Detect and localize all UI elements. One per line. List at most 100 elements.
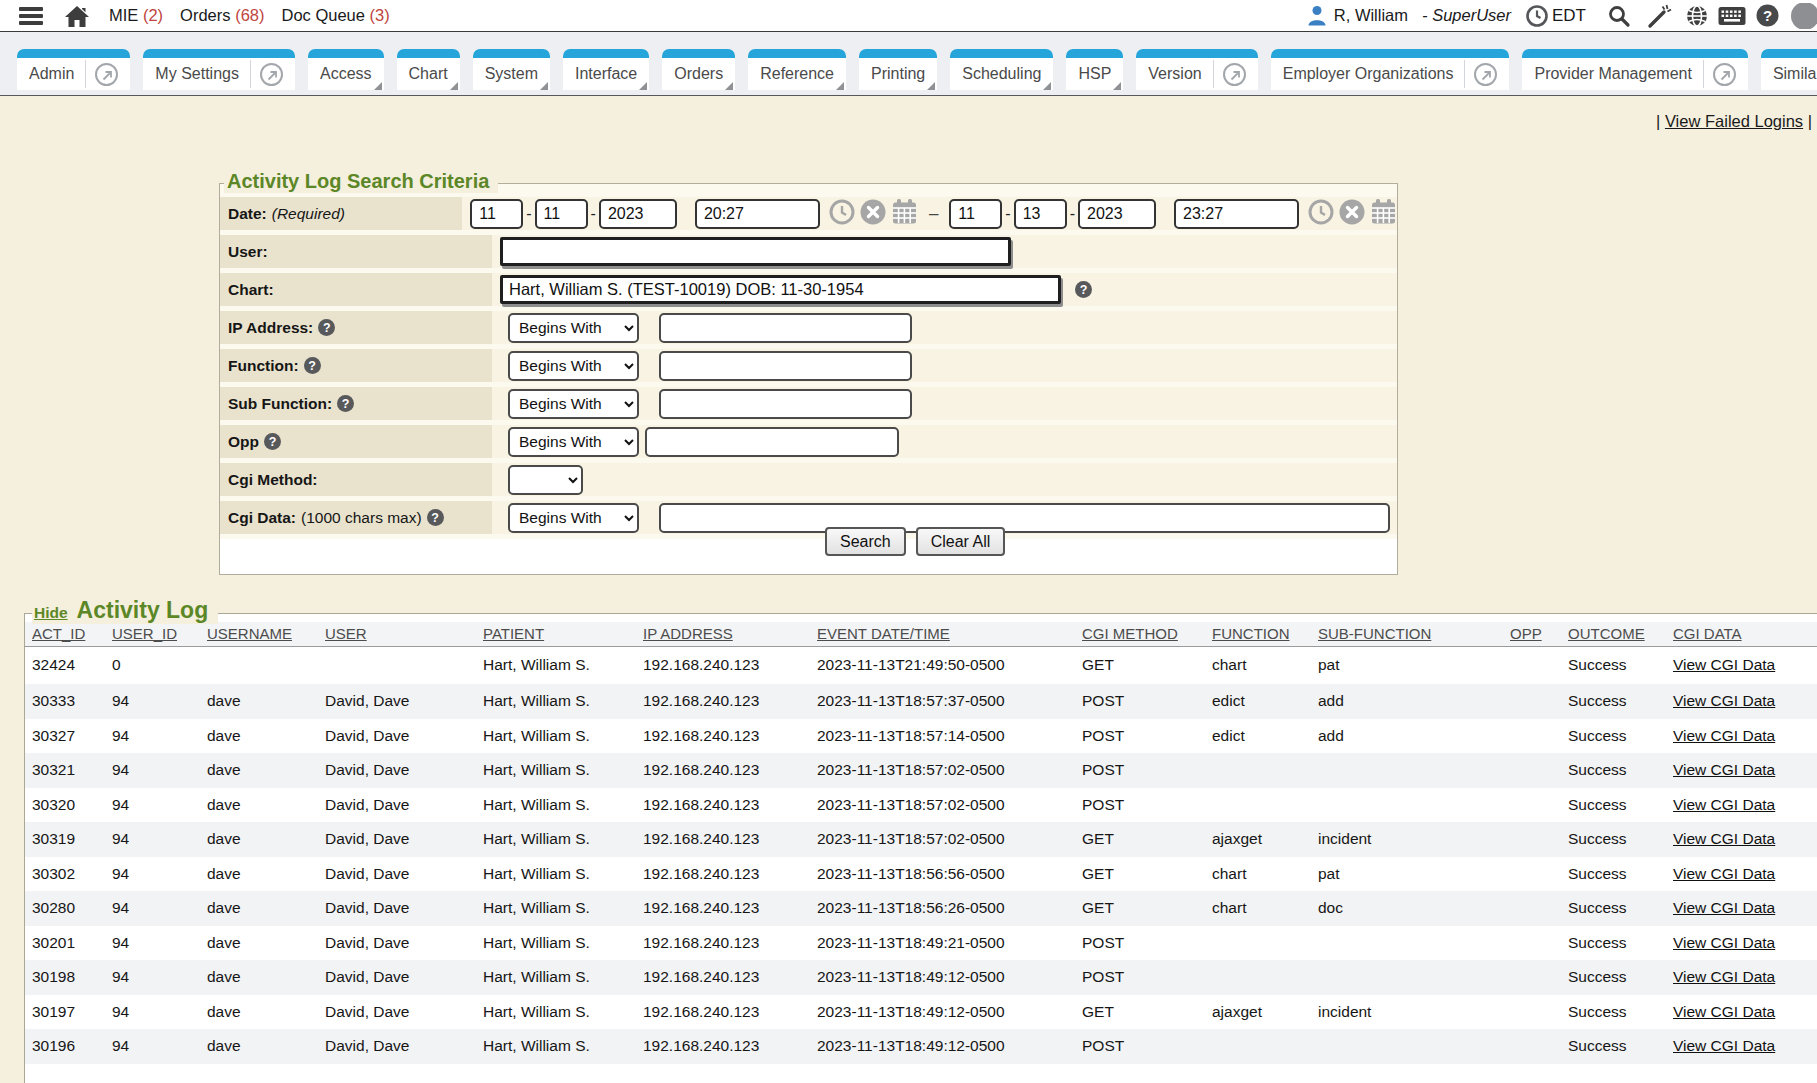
- tab-chart[interactable]: Chart: [397, 49, 460, 90]
- dropdown-corner-icon: [639, 82, 647, 90]
- tab-system[interactable]: System: [473, 49, 550, 90]
- tab-hsp[interactable]: HSP: [1066, 49, 1123, 90]
- cell-opp: [1503, 684, 1561, 719]
- cell-opp: [1503, 1029, 1561, 1064]
- tab-interface[interactable]: Interface: [563, 49, 649, 90]
- function-help-icon[interactable]: ?: [304, 357, 321, 374]
- cell-function: chart: [1205, 891, 1311, 926]
- view-cgi-data-link[interactable]: View CGI Data: [1673, 865, 1775, 882]
- search-button[interactable]: Search: [825, 527, 906, 556]
- cell-user: David, Dave: [318, 822, 476, 857]
- cgi-data-input[interactable]: [659, 503, 1390, 533]
- calendar-icon[interactable]: [891, 198, 918, 229]
- column-sort-link[interactable]: ACT_ID: [32, 625, 85, 642]
- keyboard-icon[interactable]: [1718, 6, 1746, 26]
- user-input[interactable]: [500, 237, 1011, 266]
- partial-avatar-icon[interactable]: [1787, 3, 1817, 29]
- tab-my-settings[interactable]: My Settings: [143, 49, 295, 90]
- sub-function-label: Sub Function:: [228, 395, 332, 413]
- date-from-time-input[interactable]: [695, 199, 820, 229]
- time-picker-icon[interactable]: [1308, 199, 1334, 229]
- column-sort-link[interactable]: EVENT DATE/TIME: [817, 625, 950, 642]
- view-cgi-data-link[interactable]: View CGI Data: [1673, 1003, 1775, 1020]
- ip-input[interactable]: [659, 313, 912, 343]
- tab-orders[interactable]: Orders: [662, 49, 735, 90]
- cell-function: [1205, 753, 1311, 788]
- tab-access[interactable]: Access: [308, 49, 384, 90]
- column-sort-link[interactable]: PATIENT: [483, 625, 544, 642]
- column-sort-link[interactable]: USERNAME: [207, 625, 292, 642]
- search-icon[interactable]: [1607, 4, 1631, 28]
- menu-item-mie[interactable]: MIE (2): [109, 6, 163, 25]
- clear-all-button[interactable]: Clear All: [916, 527, 1006, 556]
- tab-reference[interactable]: Reference: [748, 49, 846, 90]
- date-from-month-input[interactable]: [470, 199, 523, 229]
- cgi-method-select[interactable]: [508, 465, 583, 495]
- column-sort-link[interactable]: CGI METHOD: [1082, 625, 1178, 642]
- time-picker-icon[interactable]: [829, 199, 855, 229]
- globe-icon[interactable]: [1685, 4, 1709, 28]
- date-from-day-input[interactable]: [535, 199, 588, 229]
- hide-link[interactable]: Hide: [34, 604, 68, 622]
- date-from-year-input[interactable]: [599, 199, 677, 229]
- ip-help-icon[interactable]: ?: [318, 319, 335, 336]
- tab-scheduling[interactable]: Scheduling: [950, 49, 1053, 90]
- date-to-month-input[interactable]: [949, 199, 1002, 229]
- view-cgi-data-link[interactable]: View CGI Data: [1673, 899, 1775, 916]
- view-cgi-data-link[interactable]: View CGI Data: [1673, 761, 1775, 778]
- sub-function-help-icon[interactable]: ?: [337, 395, 354, 412]
- home-icon[interactable]: [64, 4, 90, 28]
- function-input[interactable]: [659, 351, 912, 381]
- user-icon[interactable]: [1307, 5, 1327, 26]
- cell-user: David, Dave: [318, 684, 476, 719]
- view-cgi-data-link[interactable]: View CGI Data: [1673, 830, 1775, 847]
- ip-operator-select[interactable]: Begins With: [508, 313, 639, 343]
- column-sort-link[interactable]: SUB-FUNCTION: [1318, 625, 1431, 642]
- view-cgi-data-link[interactable]: View CGI Data: [1673, 727, 1775, 744]
- column-sort-link[interactable]: CGI DATA: [1673, 625, 1742, 642]
- column-sort-link[interactable]: IP ADDRESS: [643, 625, 733, 642]
- wand-icon[interactable]: [1647, 3, 1673, 29]
- cgi-data-operator-select[interactable]: Begins With: [508, 503, 639, 533]
- tab-admin[interactable]: Admin: [17, 49, 130, 90]
- chart-input[interactable]: [500, 275, 1061, 304]
- sub-function-input[interactable]: [659, 389, 912, 419]
- view-cgi-data-link[interactable]: View CGI Data: [1673, 692, 1775, 709]
- tab-similar-exposures[interactable]: Similar Exposures: [1761, 49, 1817, 90]
- opp-input[interactable]: [645, 427, 899, 457]
- opp-operator-select[interactable]: Begins With: [508, 427, 639, 457]
- menu-item-orders[interactable]: Orders (68): [180, 6, 264, 25]
- date-to-day-input[interactable]: [1014, 199, 1067, 229]
- date-to-time-input[interactable]: [1174, 199, 1299, 229]
- date-to-year-input[interactable]: [1078, 199, 1156, 229]
- view-cgi-data-link[interactable]: View CGI Data: [1673, 656, 1775, 673]
- view-cgi-data-link[interactable]: View CGI Data: [1673, 1037, 1775, 1054]
- hamburger-menu-icon[interactable]: [19, 7, 43, 25]
- tab-employer-organizations[interactable]: Employer Organizations: [1271, 49, 1510, 90]
- view-cgi-data-link[interactable]: View CGI Data: [1673, 968, 1775, 985]
- column-sort-link[interactable]: OUTCOME: [1568, 625, 1645, 642]
- clear-date-icon[interactable]: [860, 199, 886, 229]
- column-sort-link[interactable]: OPP: [1510, 625, 1542, 642]
- cell-user-id: 94: [105, 926, 200, 961]
- view-cgi-data-link[interactable]: View CGI Data: [1673, 934, 1775, 951]
- help-icon[interactable]: ?: [1756, 4, 1779, 27]
- column-sort-link[interactable]: USER: [325, 625, 367, 642]
- opp-help-icon[interactable]: ?: [264, 433, 281, 450]
- tab-printing[interactable]: Printing: [859, 49, 937, 90]
- function-operator-select[interactable]: Begins With: [508, 351, 639, 381]
- cell-function: ajaxget: [1205, 822, 1311, 857]
- column-sort-link[interactable]: FUNCTION: [1212, 625, 1290, 642]
- calendar-icon[interactable]: [1370, 198, 1397, 229]
- chart-help-icon[interactable]: ?: [1075, 281, 1092, 298]
- clear-date-icon[interactable]: [1339, 199, 1365, 229]
- cgi-data-help-icon[interactable]: ?: [427, 509, 444, 526]
- column-sort-link[interactable]: USER_ID: [112, 625, 177, 642]
- view-cgi-data-link[interactable]: View CGI Data: [1673, 796, 1775, 813]
- tab-provider-management[interactable]: Provider Management: [1522, 49, 1747, 90]
- clock-icon[interactable]: [1526, 5, 1548, 27]
- sub-function-operator-select[interactable]: Begins With: [508, 389, 639, 419]
- menu-item-doc-queue[interactable]: Doc Queue (3): [281, 6, 389, 25]
- view-failed-logins-link[interactable]: View Failed Logins: [1665, 112, 1803, 130]
- tab-version[interactable]: Version: [1136, 49, 1257, 90]
